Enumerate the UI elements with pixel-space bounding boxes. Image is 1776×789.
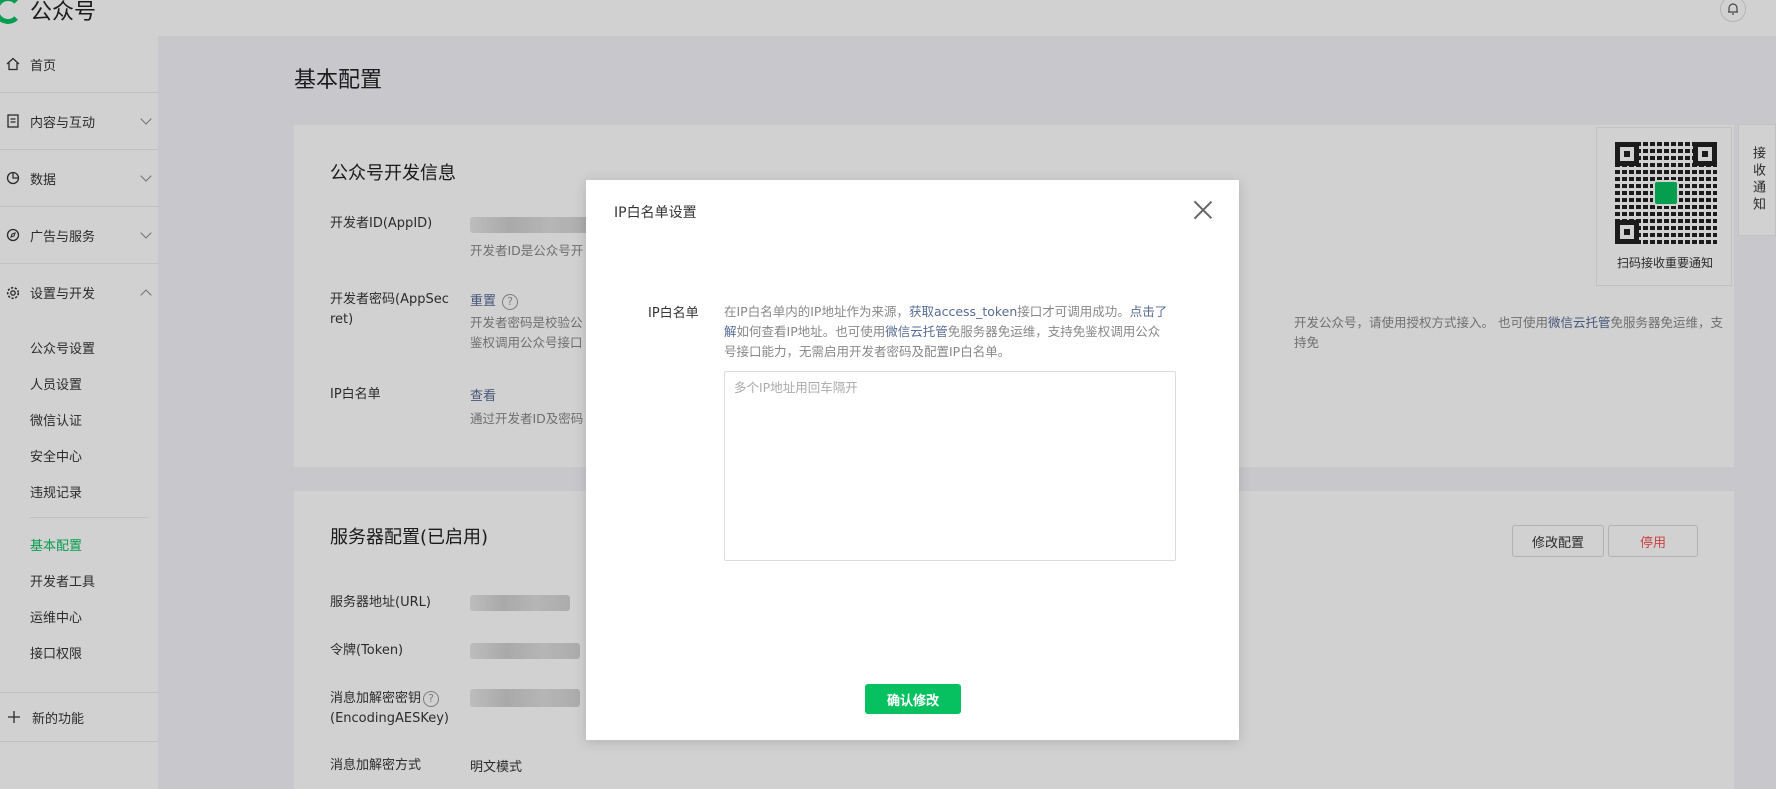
ip-whitelist-textarea[interactable]	[724, 371, 1176, 561]
access-token-link[interactable]: 获取access_token	[909, 304, 1017, 319]
desc-text: 如何查看IP地址。也可使用	[736, 324, 886, 339]
ip-whitelist-dialog: IP白名单设置 IP白名单 在IP白名单内的IP地址作为来源，获取access_…	[586, 180, 1239, 740]
ip-whitelist-field-desc: 在IP白名单内的IP地址作为来源，获取access_token接口才可调用成功。…	[724, 302, 1172, 362]
ip-whitelist-field-label: IP白名单	[648, 306, 699, 321]
desc-text: 在IP白名单内的IP地址作为来源，	[724, 304, 909, 319]
wechat-cloud-hosting-link[interactable]: 微信云托管	[885, 324, 948, 339]
confirm-button[interactable]: 确认修改	[865, 684, 961, 714]
desc-text: 接口才可调用成功。	[1017, 304, 1130, 319]
dialog-title: IP白名单设置	[614, 205, 697, 221]
close-icon[interactable]	[1193, 200, 1213, 220]
